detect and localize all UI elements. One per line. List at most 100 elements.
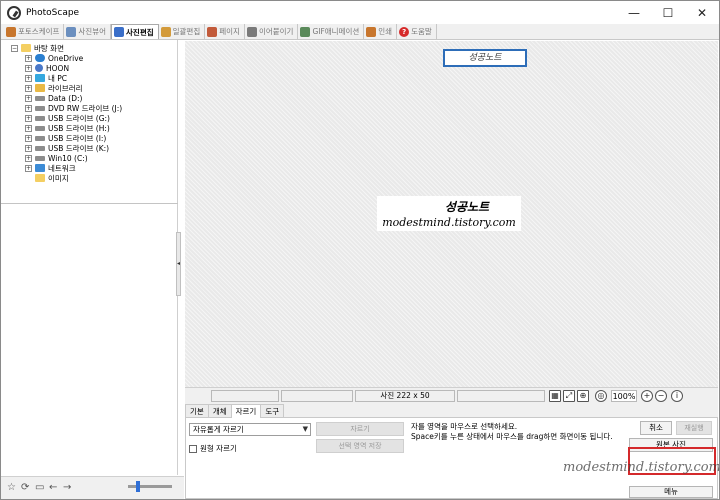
editor-icon: [114, 27, 125, 37]
chevron-down-icon: ▼: [302, 425, 308, 433]
drive-icon: [35, 95, 45, 101]
subtab-object[interactable]: 개체: [207, 404, 232, 417]
expand-toggle-icon[interactable]: +: [25, 134, 32, 142]
zoom-in-icon[interactable]: +: [641, 390, 653, 402]
tab-print[interactable]: 인쇄: [364, 24, 398, 39]
crop-mode-value: 자유롭게 자르기: [193, 425, 244, 434]
expand-toggle-icon[interactable]: +: [25, 94, 32, 102]
expand-toggle-icon[interactable]: +: [25, 124, 32, 132]
tree-item-onedrive[interactable]: + OneDrive: [25, 53, 83, 63]
expand-toggle-icon[interactable]: +: [25, 84, 32, 92]
tree-item-label: USB 드라이브 (K:): [48, 143, 110, 153]
status-cell: [211, 390, 279, 402]
tab-viewer[interactable]: 사진뷰어: [64, 24, 112, 39]
library-icon: [35, 84, 45, 92]
tab-help[interactable]: ? 도움말: [397, 24, 437, 39]
main-tabs: 포토스케이프 사진뷰어 사진편집 일괄편집 페이지 이어붙이기 GIF애니메이션…: [0, 24, 720, 40]
expand-toggle-icon[interactable]: +: [25, 104, 32, 112]
tab-label: 사진뷰어: [78, 27, 107, 36]
fit-screen-icon[interactable]: ⤢: [563, 390, 575, 402]
image-icon[interactable]: ▭: [35, 483, 45, 493]
user-icon: [35, 64, 43, 72]
photoscape-logo-icon: [7, 5, 21, 20]
image-size-status: 사진 222 x 50: [355, 390, 455, 402]
expand-toggle-icon[interactable]: +: [25, 74, 32, 82]
expand-toggle-icon[interactable]: +: [25, 144, 32, 152]
zoom-out-icon[interactable]: −: [655, 390, 667, 402]
batch-icon: [160, 26, 171, 37]
tree-item-dvd-j[interactable]: + DVD RW 드라이브 (J:): [25, 103, 122, 113]
tree-item-usb-h[interactable]: + USB 드라이브 (H:): [25, 123, 110, 133]
status-cell: [457, 390, 545, 402]
thumbnail-size-slider[interactable]: [128, 481, 172, 492]
tree-item-library[interactable]: + 라이브러리: [25, 83, 83, 93]
expand-toggle-icon[interactable]: +: [25, 54, 32, 62]
edited-photo[interactable]: 성공노트 modestmind.tistory.com: [377, 196, 521, 231]
tree-item-images[interactable]: 이미지: [35, 173, 69, 183]
close-button[interactable]: ✕: [685, 1, 719, 25]
tab-label: 일괄편집: [172, 27, 201, 36]
subtab-crop[interactable]: 자르기: [230, 404, 262, 418]
undo-icon[interactable]: ←: [49, 483, 59, 493]
minimize-button[interactable]: —: [617, 1, 651, 25]
status-bar: 사진 222 x 50 ▦ ⤢ ⊕ ◎ 100% + − i: [185, 387, 718, 404]
tree-item-usb-i[interactable]: + USB 드라이브 (I:): [25, 133, 106, 143]
crop-button[interactable]: 자르기: [316, 422, 404, 436]
menu-button[interactable]: 메뉴: [629, 486, 713, 498]
tree-item-label: 라이브러리: [48, 83, 83, 93]
crop-hint: 자를 영역을 마우스로 선택하세요. Space키를 누른 상태에서 마우스를 …: [411, 422, 613, 442]
desktop-folder-icon: [21, 44, 31, 52]
thumbnail-panel: [1, 204, 178, 475]
tree-item-desktop[interactable]: − 바탕 화면: [11, 43, 64, 53]
circle-crop-checkbox[interactable]: [189, 444, 197, 453]
zoom-fit-icon[interactable]: ⊕: [577, 390, 589, 402]
tab-gif[interactable]: GIF애니메이션: [298, 24, 365, 39]
cancel-button[interactable]: 취소: [640, 421, 672, 435]
zoom-actual-icon[interactable]: ◎: [595, 390, 607, 402]
info-icon[interactable]: i: [671, 390, 683, 402]
gif-icon: [300, 26, 311, 37]
tree-item-pc[interactable]: + 내 PC: [25, 73, 67, 83]
star-icon[interactable]: ☆: [7, 483, 17, 493]
usb-drive-icon: [35, 135, 45, 141]
circle-crop-label: 원형 자르기: [200, 444, 237, 453]
maximize-button[interactable]: ☐: [651, 1, 685, 25]
collapse-panel-handle[interactable]: ◂: [176, 232, 181, 296]
redo-icon[interactable]: →: [63, 483, 73, 493]
redo-button[interactable]: 재실행: [676, 421, 712, 435]
tree-item-win10-c[interactable]: + Win10 (C:): [25, 153, 88, 163]
tree-item-usb-g[interactable]: + USB 드라이브 (G:): [25, 113, 110, 123]
folder-tree: − 바탕 화면 + OneDrive + HOON + 내 PC + 라이브러리 + Da…: [1, 40, 178, 203]
subtab-tools[interactable]: 도구: [260, 404, 285, 417]
tab-label: 포토스케이프: [18, 27, 60, 36]
tree-item-network[interactable]: + 네트워크: [25, 163, 76, 173]
circle-crop-option[interactable]: 원형 자르기: [189, 443, 237, 454]
tree-item-user[interactable]: + HOON: [25, 63, 69, 73]
tab-page[interactable]: 페이지: [205, 24, 245, 39]
hint-line: 자를 영역을 마우스로 선택하세요.: [411, 422, 518, 431]
rotate-icon[interactable]: ⟳: [21, 483, 31, 493]
usb-drive-icon: [35, 145, 45, 151]
watermark-text: modestmind.tistory.com: [563, 460, 720, 475]
expand-toggle-icon[interactable]: +: [25, 114, 32, 122]
tab-combine[interactable]: 이어붙이기: [245, 24, 299, 39]
tree-item-usb-k[interactable]: + USB 드라이브 (K:): [25, 143, 109, 153]
crop-mode-select[interactable]: 자유롭게 자르기 ▼: [189, 423, 311, 436]
expand-toggle-icon[interactable]: +: [25, 64, 32, 72]
tab-label: 사진편집: [126, 27, 154, 37]
collapse-toggle-icon[interactable]: −: [11, 44, 18, 52]
dvd-drive-icon: [35, 105, 45, 111]
expand-toggle-icon[interactable]: +: [25, 154, 32, 162]
save-selection-button[interactable]: 선택 영역 저장: [316, 439, 404, 453]
folder-icon: [35, 174, 45, 182]
tab-photoscape[interactable]: 포토스케이프: [4, 24, 65, 39]
expand-toggle-icon[interactable]: +: [25, 164, 32, 172]
tab-batch[interactable]: 일괄편집: [159, 24, 206, 39]
save-button[interactable]: 성공노트: [443, 49, 527, 67]
tree-item-drive-d[interactable]: + Data (D:): [25, 93, 82, 103]
tab-editor[interactable]: 사진편집: [111, 24, 159, 39]
slider-knob[interactable]: [136, 481, 140, 492]
subtab-basic[interactable]: 기본: [185, 404, 209, 417]
checker-icon[interactable]: ▦: [549, 390, 561, 402]
title-bar: PhotoScape — ☐ ✕: [0, 0, 720, 24]
